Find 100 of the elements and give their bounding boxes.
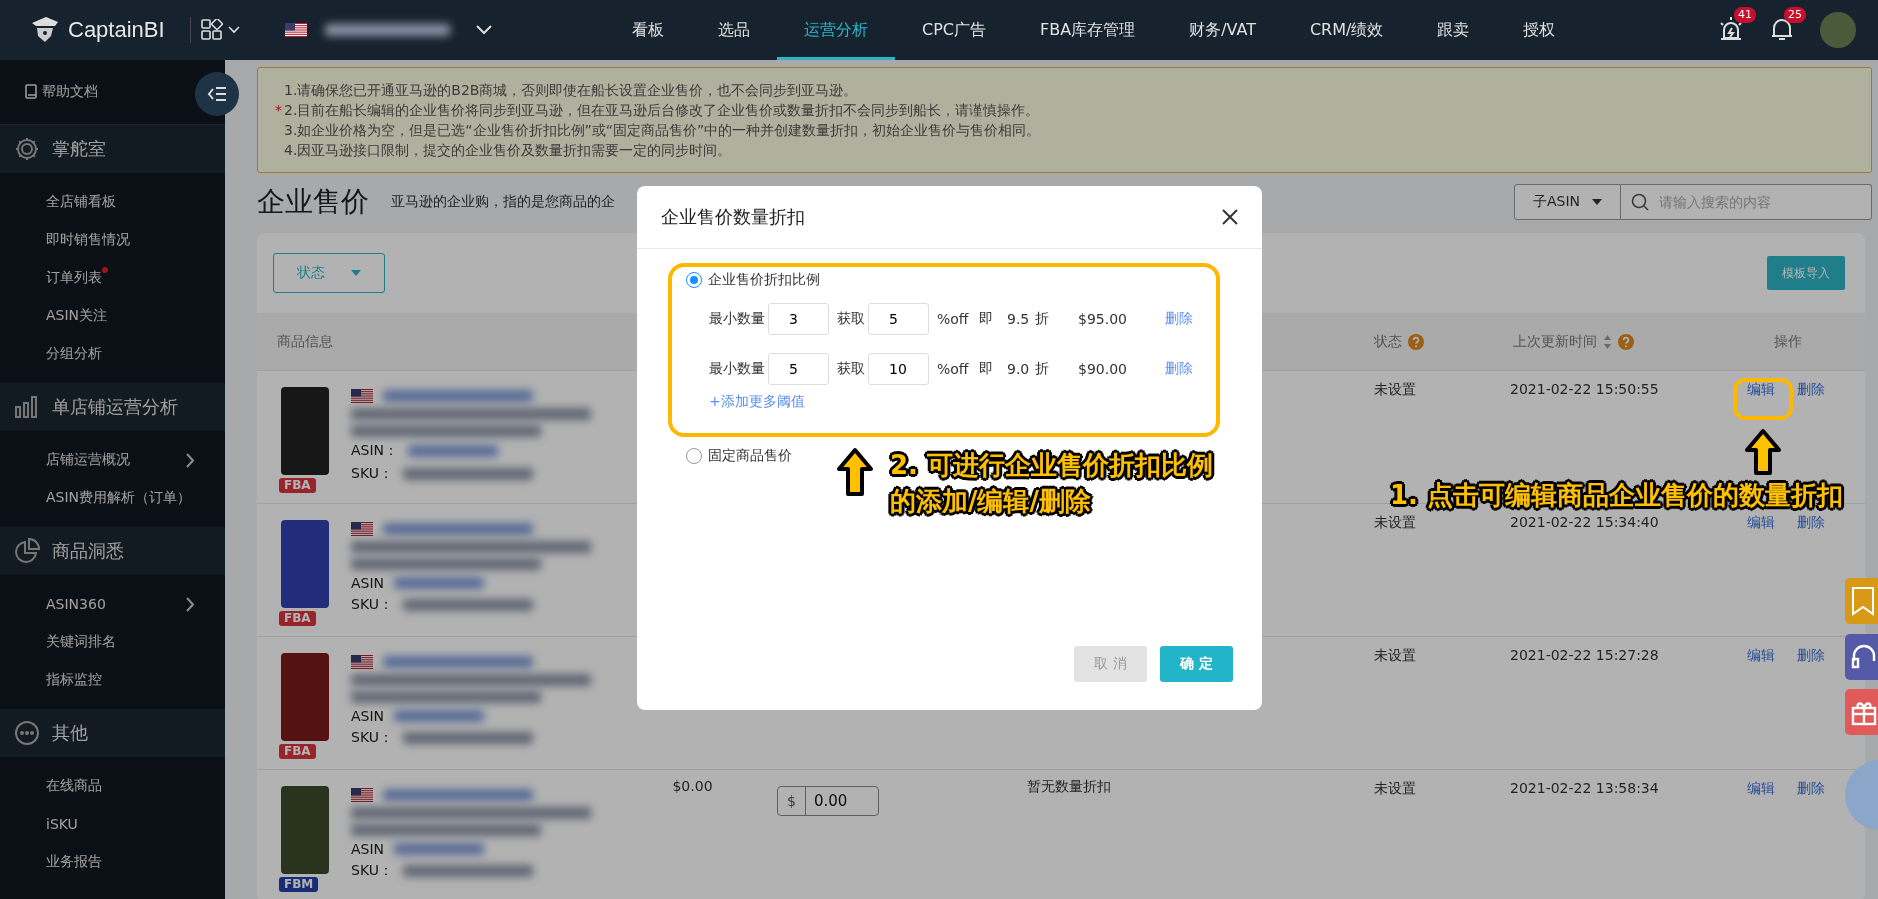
headset-icon xyxy=(1851,643,1877,671)
dialog-title: 企业售价数量折扣 xyxy=(661,205,805,229)
gear-icon xyxy=(14,136,40,162)
book-icon xyxy=(24,84,38,100)
nav-tab[interactable]: CPC广告 xyxy=(895,0,1013,60)
equals-text: 即 xyxy=(979,360,994,378)
notice-text: 4.因亚马逊接口限制，提交的企业售价及数量折扣需要一定的同步时间。 xyxy=(284,142,732,158)
nav-tab[interactable]: 财务/VAT xyxy=(1162,0,1283,60)
sidebar-item[interactable]: 全店铺看板 xyxy=(0,183,225,221)
status-text: 未设置 xyxy=(1374,381,1416,397)
delete-link[interactable]: 删除 xyxy=(1797,381,1825,399)
percent-input[interactable]: 10 xyxy=(868,353,929,385)
support-button[interactable] xyxy=(1845,634,1878,680)
sidebar-item[interactable]: 即时销售情况 xyxy=(0,221,225,259)
status-text: 未设置 xyxy=(1374,780,1416,796)
nav-tab[interactable]: 选品 xyxy=(691,0,777,60)
edit-link[interactable]: 编辑 xyxy=(1747,381,1775,399)
fulfillment-badge: FBA xyxy=(279,611,316,626)
page-title: 企业售价 xyxy=(257,184,369,220)
count-badge: 25 xyxy=(1784,6,1806,23)
flag-icon xyxy=(351,788,373,802)
timestamp-text: 2021-02-22 13:58:34 xyxy=(1510,780,1659,796)
sidebar-item[interactable]: ASIN360 xyxy=(0,585,225,623)
price-text: $95.00 xyxy=(1078,311,1128,327)
timestamp-text: 2021-02-22 15:34:40 xyxy=(1510,514,1659,530)
edit-link[interactable]: 编辑 xyxy=(1747,780,1775,798)
column-header: 状态 xyxy=(1374,332,1402,351)
delete-link[interactable]: 删除 xyxy=(1797,780,1825,798)
column-header: 商品信息 xyxy=(277,332,333,351)
sidebar-item[interactable]: ASIN关注 xyxy=(0,297,225,335)
bookmark-icon xyxy=(1851,586,1875,616)
sidebar-item[interactable]: 订单列表 xyxy=(0,259,225,297)
sidebar-item[interactable]: ASIN费用解析（订单） xyxy=(0,479,225,517)
sidebar-item[interactable]: iSKU xyxy=(0,805,225,843)
asin-label: ASIN xyxy=(351,708,385,724)
radio-option[interactable]: 企业售价折扣比例 xyxy=(686,271,820,289)
collapse-button[interactable] xyxy=(195,72,239,116)
nav-tab[interactable]: FBA库存管理 xyxy=(1013,0,1163,60)
timestamp-text: 2021-02-22 15:50:55 xyxy=(1510,381,1659,397)
logo-text: CaptainBI xyxy=(68,17,165,43)
nav-tab[interactable]: 看板 xyxy=(605,0,691,60)
scope-dropdown[interactable]: 子ASIN xyxy=(1514,184,1621,220)
sidebar-section[interactable]: 其他 xyxy=(52,721,88,745)
nav-tab[interactable]: 跟卖 xyxy=(1410,0,1497,60)
price-input[interactable]: 0.00 xyxy=(806,787,876,815)
equals-text: 即 xyxy=(979,310,994,328)
quantity-input[interactable]: 3 xyxy=(768,303,829,335)
sort-icon[interactable] xyxy=(1603,333,1612,350)
field-label: 最小数量 xyxy=(709,310,765,328)
edit-link[interactable]: 编辑 xyxy=(1747,514,1775,532)
flag-icon xyxy=(351,389,373,403)
edit-link[interactable]: 编辑 xyxy=(1747,647,1775,665)
discount-text: 暂无数量折扣 xyxy=(1027,778,1111,794)
search-icon xyxy=(1631,193,1649,211)
status-text: 未设置 xyxy=(1374,514,1416,530)
user-avatar[interactable] xyxy=(1820,12,1856,48)
bar-chart-icon xyxy=(14,395,40,419)
delete-link[interactable]: 删除 xyxy=(1797,647,1825,665)
price-field[interactable]: $ 0.00 xyxy=(777,786,879,816)
nav-tab[interactable]: CRM/绩效 xyxy=(1282,0,1411,60)
unit-text: %off xyxy=(937,361,970,377)
notice-text: 2.目前在船长编辑的企业售价将同步到亚马逊，但在亚马逊后台修改了企业售价或数量折扣不会同步到船长，请谨慎操作。 xyxy=(284,102,1040,118)
radio-option[interactable]: 固定商品售价 xyxy=(686,447,792,465)
highlight-ring xyxy=(1733,378,1793,420)
arrow-up-icon xyxy=(836,447,874,497)
column-header: 上次更新时间 xyxy=(1513,332,1597,351)
sku-label: SKU： xyxy=(351,596,393,614)
sidebar-item[interactable]: 在线商品 xyxy=(0,767,225,805)
nav-tab[interactable]: 授权 xyxy=(1496,0,1583,60)
help-icon[interactable] xyxy=(1618,333,1634,350)
percent-input[interactable]: 5 xyxy=(868,303,929,335)
help-docs-link[interactable]: 帮助文档 xyxy=(42,83,98,101)
search-field[interactable]: 请输入搜索的内容 xyxy=(1621,184,1872,220)
arrow-up-icon xyxy=(1744,428,1782,476)
flag-icon xyxy=(285,23,307,37)
help-icon[interactable] xyxy=(1408,333,1424,350)
timestamp-text: 2021-02-22 15:27:28 xyxy=(1510,647,1659,663)
notice-text: 1.请确保您已开通亚马逊的B2B商城，否则即使在船长设置企业售价，也不会同步到亚马逊。 xyxy=(284,82,858,98)
sidebar-item[interactable]: 店铺运营概况 xyxy=(0,441,225,479)
sidebar-item[interactable]: 分组分析 xyxy=(0,335,225,373)
flag-icon xyxy=(351,655,373,669)
quantity-input[interactable]: 5 xyxy=(768,353,829,385)
caret-down-icon xyxy=(351,270,361,276)
sidebar-section[interactable]: 掌舵室 xyxy=(52,137,106,161)
fulfillment-badge: FBA xyxy=(279,478,316,493)
delete-link[interactable]: 删除 xyxy=(1797,514,1825,532)
sku-label: SKU： xyxy=(351,729,393,747)
gift-button[interactable] xyxy=(1845,689,1878,735)
chevron-down-icon[interactable] xyxy=(476,25,492,35)
price-text: $90.00 xyxy=(1078,361,1128,377)
page-subtitle: 亚马逊的企业购，指的是您商品的企 xyxy=(391,193,615,211)
field-label: 最小数量 xyxy=(709,360,765,378)
sidebar-item[interactable]: 关键词排名 xyxy=(0,623,225,661)
sku-label: SKU： xyxy=(351,862,393,880)
bookmark-button[interactable] xyxy=(1845,578,1878,624)
sidebar-section[interactable]: 商品洞悉 xyxy=(52,539,124,563)
sidebar-item[interactable]: 业务报告 xyxy=(0,843,225,881)
search-input[interactable]: 请输入搜索的内容 xyxy=(1657,193,1861,211)
sidebar-item[interactable]: 指标监控 xyxy=(0,661,225,699)
close-icon[interactable] xyxy=(1222,209,1238,225)
